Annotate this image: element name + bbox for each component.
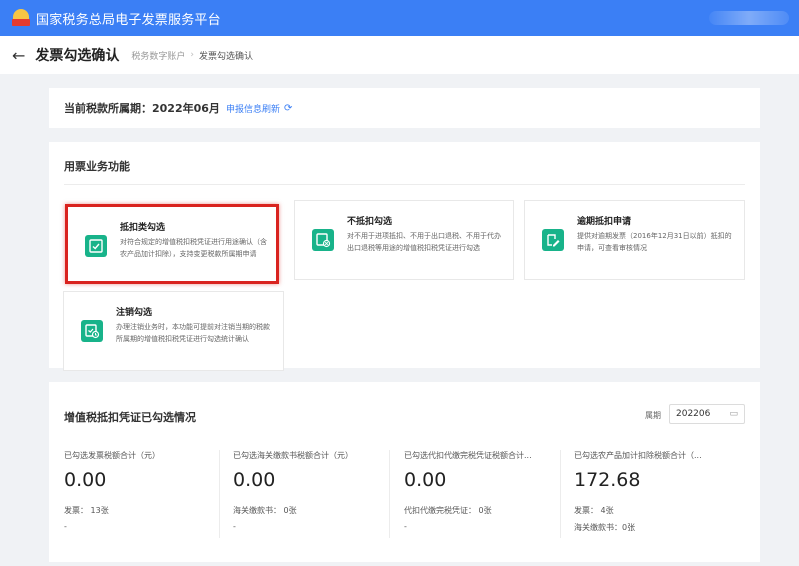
function-title: 逾期抵扣申请 [577,217,632,227]
function-deduct-check[interactable]: 抵扣类勾选 对符合规定的增值税扣税凭证进行用途确认（含农产品加计扣除），支持变更… [65,204,279,284]
breadcrumb-item-current: 发票勾选确认 [199,51,254,62]
calendar-icon[interactable]: ▭ [729,405,738,423]
function-title: 抵扣类勾选 [120,223,166,233]
divider [560,450,561,538]
divider [64,184,745,185]
top-bar: 国家税务总局电子发票服务平台 [0,0,799,36]
breadcrumb: 税务数字账户 › 发票勾选确认 [131,49,253,62]
stat-detail-secondary: - [404,522,407,531]
period-date-value: 202206 [676,409,711,419]
stat-agri-deduction-tax: 已勾选农产品加计扣除税额合计（... 172.68 发票： 4张 海关缴款书：0… [574,450,734,540]
stat-label: 已勾选代扣代缴完税凭证税额合计... [404,451,532,460]
stat-detail-secondary: - [233,522,236,531]
stat-label: 已勾选农产品加计扣除税额合计（... [574,451,702,460]
certificates-heading: 增值税抵扣凭证已勾选情况 [64,411,196,424]
stat-detail: 发票： 4张 [574,506,614,515]
function-description: 对不用于进项抵扣、不用于出口退税、不用于代办出口退税等用途的增值税扣税凭证进行勾… [347,232,501,252]
app-title: 国家税务总局电子发票服务平台 [36,12,221,28]
stat-value: 0.00 [233,469,276,491]
stat-detail: 代扣代缴完税凭证： 0张 [404,506,492,515]
function-non-deduct-check[interactable]: 不抵扣勾选 对不用于进项抵扣、不用于出口退税、不用于代办出口退税等用途的增值税扣… [294,200,514,280]
function-title: 不抵扣勾选 [347,217,393,227]
overdue-apply-icon [542,229,564,251]
tax-emblem-icon [12,9,30,27]
refresh-icon[interactable]: ⟳ [284,103,292,114]
stat-withholding-tax: 已勾选代扣代缴完税凭证税额合计... 0.00 代扣代缴完税凭证： 0张 - [404,450,564,540]
function-title: 注销勾选 [116,308,153,318]
divider [389,450,390,538]
tax-period-value: 2022年06月 [152,102,220,115]
function-description: 提供对逾期发票（2016年12月31日以前）抵扣的申请，可查看审核情况 [577,232,732,252]
stat-label: 已勾选发票税额合计（元） [64,451,160,460]
non-deduct-icon [312,229,334,251]
stat-detail: 发票： 13张 [64,506,109,515]
stat-detail-secondary: 海关缴款书：0张 [574,523,636,532]
deduct-check-icon [85,235,107,257]
functions-heading: 用票业务功能 [64,160,130,173]
stat-detail: 海关缴款书： 0张 [233,506,297,515]
stat-label: 已勾选海关缴款书税额合计（元） [233,451,353,460]
function-overdue-apply[interactable]: 逾期抵扣申请 提供对逾期发票（2016年12月31日以前）抵扣的申请，可查看审核… [524,200,745,280]
function-cancel-check[interactable]: 注销勾选 办理注销业务时，本功能可提前对注销当期的税款所属期的增值税扣税凭证进行… [63,291,284,371]
stat-value: 0.00 [404,469,447,491]
deduction-certificates-card: 增值税抵扣凭证已勾选情况 属期 202206 ▭ 已勾选发票税额合计（元） 0.… [49,382,760,562]
page-header: ← 发票勾选确认 税务数字账户 › 发票勾选确认 [0,36,799,74]
tax-period-label: 当前税款所属期： [64,102,152,115]
function-description: 对符合规定的增值税扣税凭证进行用途确认（含农产品加计扣除），支持变更税款所属期申… [120,238,267,258]
stat-value: 172.68 [574,469,641,491]
function-description: 办理注销业务时，本功能可提前对注销当期的税款所属期的增值税扣税凭证进行勾选统计确… [116,323,270,343]
stat-invoice-tax: 已勾选发票税额合计（元） 0.00 发票： 13张 - [64,450,224,540]
divider [219,450,220,538]
period-date-picker[interactable]: 202206 ▭ [669,404,745,424]
breadcrumb-separator-icon: › [190,50,195,60]
invoice-functions-card: 用票业务功能 抵扣类勾选 对符合规定的增值税扣税凭证进行用途确认（含农产品加计扣… [49,142,760,371]
breadcrumb-item-tax-account[interactable]: 税务数字账户 [131,49,185,62]
stat-detail-secondary: - [64,522,67,531]
cancel-check-icon [81,320,103,342]
tax-period-card: 当前税款所属期： 2022年06月 申报信息刷新 ⟳ [49,88,760,128]
stat-customs-tax: 已勾选海关缴款书税额合计（元） 0.00 海关缴款书： 0张 - [233,450,393,540]
back-arrow-icon[interactable]: ← [12,46,25,65]
period-filter-label: 属期 [645,411,661,420]
refresh-declaration-link[interactable]: 申报信息刷新 [226,102,280,115]
stat-value: 0.00 [64,469,107,491]
page-title: 发票勾选确认 [35,48,120,64]
user-info-blurred[interactable] [709,11,789,25]
